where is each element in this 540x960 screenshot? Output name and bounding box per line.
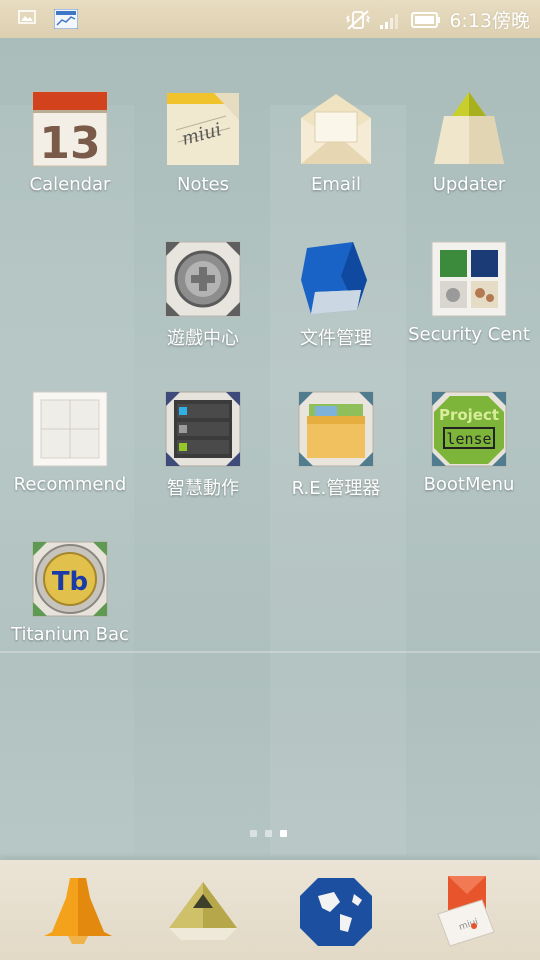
file-manager-icon [297,240,375,318]
app-notes[interactable]: miui Notes [136,90,270,195]
messages-icon: miui [437,876,495,947]
status-bar: 6:13傍晚 [0,0,540,38]
svg-text:13: 13 [39,118,100,168]
re-manager-icon [297,390,375,468]
app-label: Notes [177,174,229,195]
svg-text:Tb: Tb [52,567,88,597]
notes-icon: miui [164,90,242,168]
app-label: Titanium Bac [11,624,129,645]
vibrate-off-icon [346,9,371,30]
wallpaper-fold [0,651,540,653]
app-label: Recommend [13,474,127,495]
app-label: 智慧動作 [167,478,239,499]
bootmenu-icon: Project lense [430,390,508,468]
page-dot-active[interactable] [280,830,287,837]
app-bootmenu[interactable]: Project lense BootMenu [402,390,536,495]
titanium-backup-icon: Tb [31,540,109,618]
dock-browser[interactable] [296,874,376,950]
clock: 6:13傍晚 [449,10,530,32]
smart-actions-icon [164,390,242,468]
dock: miui [0,860,540,960]
updater-icon [430,90,508,168]
app-game-center[interactable]: 遊戲中心 [136,240,270,350]
app-label: Calendar [29,174,111,195]
image-icon [18,10,36,24]
svg-text:Project: Project [439,406,499,424]
phone-icon [44,878,112,944]
recommend-icon [31,390,109,468]
email-icon [297,90,375,168]
dock-messages[interactable]: miui [428,874,508,950]
app-recommend[interactable]: Recommend [3,390,137,495]
app-label: Updater [432,174,506,195]
page-dot[interactable] [250,830,257,837]
app-label: BootMenu [423,474,515,495]
page-indicator[interactable] [250,830,287,837]
battery-icon [411,11,441,28]
app-label: Security Cent [408,324,530,345]
dock-phone[interactable] [38,874,118,950]
app-smart-actions[interactable]: 智慧動作 [136,390,270,500]
security-center-icon [430,240,508,318]
calendar-icon: 13 [31,90,109,169]
app-label: R.E.管理器 [291,478,381,499]
svg-text:lense: lense [446,430,491,448]
app-file-manager[interactable]: 文件管理 [269,240,403,350]
browser-icon [300,878,372,946]
app-calendar[interactable]: 13 Calendar [3,90,137,195]
app-email[interactable]: Email [269,90,403,195]
dock-contacts[interactable] [163,874,243,950]
app-label: 文件管理 [300,328,372,349]
app-titanium-backup[interactable]: Tb Titanium Bac [3,540,137,645]
chart-screenshot-icon [54,9,78,29]
page-dot[interactable] [265,830,272,837]
app-updater[interactable]: Updater [402,90,536,195]
game-center-icon [164,240,242,318]
app-security-center[interactable]: Security Cent [402,240,536,345]
contacts-icon [169,882,237,940]
app-re-manager[interactable]: R.E.管理器 [269,390,403,500]
signal-icon [380,13,399,29]
app-label: 遊戲中心 [167,328,239,349]
app-label: Email [311,174,361,195]
